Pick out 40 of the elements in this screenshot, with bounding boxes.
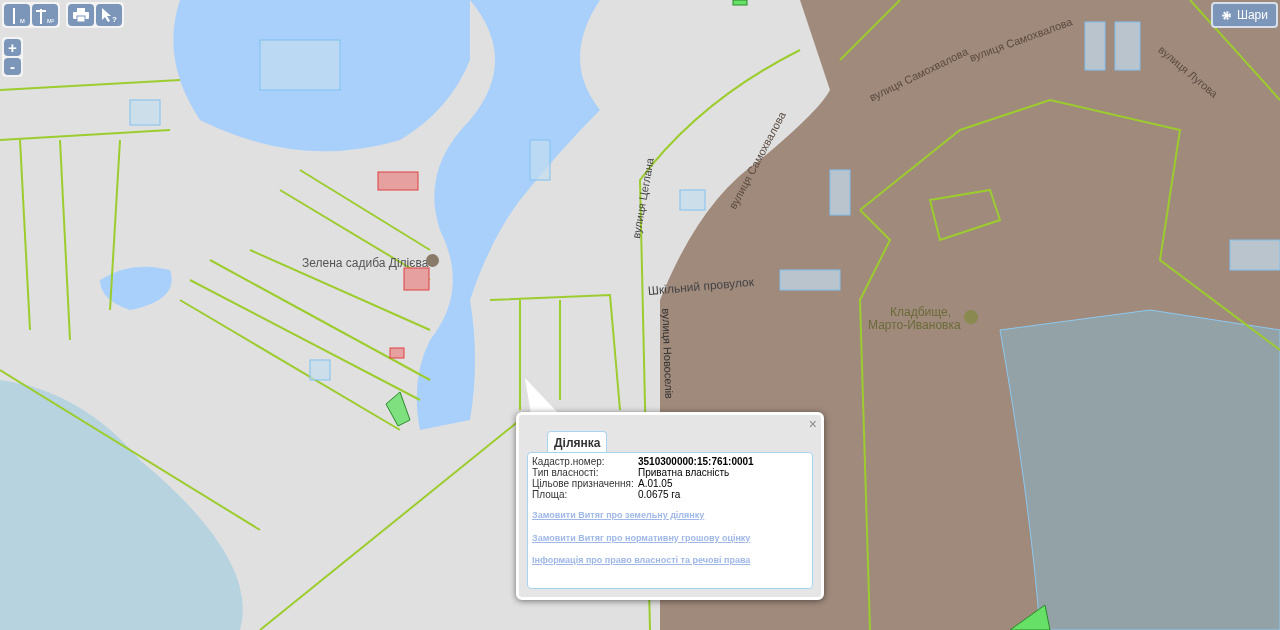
marked-parcel: [389, 347, 405, 359]
building-outline: [129, 99, 161, 126]
map-label: Шкільний провулок: [647, 273, 755, 300]
building-outline: [779, 269, 841, 291]
field-label: Площа:: [532, 489, 569, 500]
field-value: 3510300000:15:761:0001: [638, 456, 755, 467]
close-button[interactable]: ×: [808, 417, 817, 431]
map-label: вулиця Новоселів: [659, 307, 677, 400]
highlighted-parcel: [1009, 604, 1051, 630]
field-value: А.01.05: [638, 478, 673, 489]
highlighted-parcel: [732, 0, 748, 6]
selected-parcel: [385, 391, 411, 427]
zoom-in-button[interactable]: +: [4, 39, 21, 56]
link[interactable]: Інформація про право власності та речові права: [532, 554, 751, 568]
building-outline: [679, 189, 706, 211]
building-outline: [1229, 239, 1280, 271]
marked-parcel: [377, 171, 419, 191]
building-outline: [1084, 21, 1106, 71]
field-label: Тип власності:: [532, 467, 599, 478]
building-outline: [529, 139, 551, 181]
map-label: Кладбище,: [890, 304, 951, 320]
gear-icon: [1220, 9, 1232, 21]
popup-tab[interactable]: Ділянка: [547, 431, 608, 453]
map-label: Марто-Ивановка: [868, 318, 961, 334]
field-label: Цільове призначення:: [532, 478, 635, 489]
printer-icon: [73, 8, 89, 22]
layers-button[interactable]: Шари: [1210, 2, 1278, 28]
link[interactable]: Замовити Витяг про земельну ділянку: [532, 509, 705, 523]
map-label: вулиця Цеглана: [628, 156, 657, 240]
building-outline: [1114, 21, 1141, 71]
building-outline: [829, 169, 851, 216]
ruler-icon: [35, 8, 46, 24]
pond: [100, 266, 172, 310]
print-button[interactable]: [68, 4, 94, 26]
field-label: Кадастр.номер:: [532, 456, 606, 467]
field-value: 0.0675 га: [638, 489, 682, 500]
link[interactable]: Замовити Витяг про нормативну грошову оцінку: [532, 531, 751, 545]
zoom-out-button[interactable]: -: [4, 58, 21, 75]
field-value: Приватна власність: [638, 467, 731, 478]
building-outline: [309, 359, 331, 381]
